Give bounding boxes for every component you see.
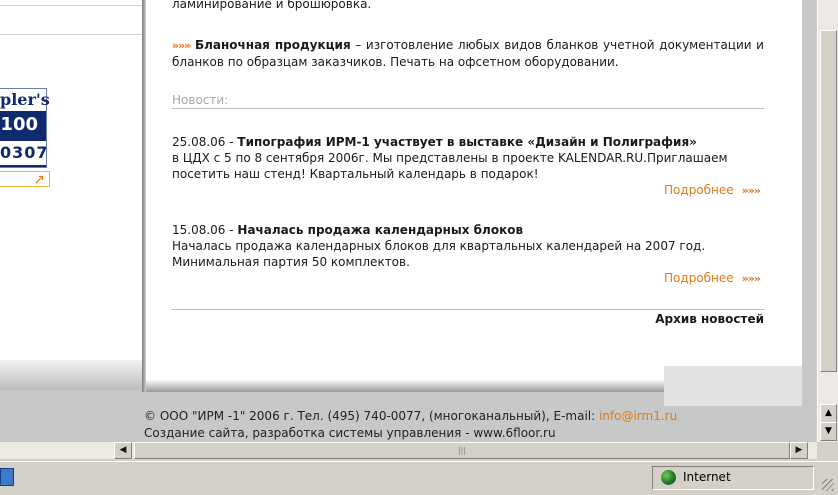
scroll-right-button[interactable]: ▶ [790,442,808,459]
left-divider [0,34,142,35]
security-zone[interactable]: Internet [652,466,814,490]
more-link[interactable]: Подробнее »»» [172,270,764,287]
footer-credits[interactable]: Создание сайта, разработка системы управ… [144,425,677,442]
horizontal-scrollbar[interactable]: ◀ ||| ▶ [0,442,817,459]
news-body: в ЦДХ с 5 по 8 сентября 2006г. Мы предст… [172,151,728,181]
arrows-icon: »»» [741,272,761,285]
status-bar: Internet [0,461,838,495]
news-title-link[interactable]: Типография ИРМ-1 участвует в выставке «Д… [237,135,697,149]
footer: © ООО "ИРМ -1" 2006 г. Тел. (495) 740-00… [144,408,677,442]
arrows-icon: »»» [741,184,761,197]
more-link-label: Подробнее [664,183,734,197]
scrollbar-corner [817,442,838,459]
arrow-up-right-icon: ↗ [33,172,45,188]
globe-icon [661,470,676,485]
news-divider [172,309,764,310]
arrows-icon: »»» [172,39,191,52]
top-text: ламинирование и брошюровка. [172,0,372,11]
blank-products-paragraph: »»» Бланочная продукция – изготовление л… [172,37,764,70]
scroll-down-button[interactable]: ▼ [820,422,837,441]
more-link-label: Подробнее [664,271,734,285]
browser-viewport: pler's 100 0307 ↗ ламинирование и брошюр… [0,0,817,442]
right-gray-block [664,366,802,406]
left-column: pler's 100 0307 ↗ [0,0,144,380]
scroll-left-button[interactable]: ◀ [114,442,132,459]
scroll-up-button[interactable]: ▲ [820,404,837,423]
news-heading-text: Новости: [172,93,764,109]
news-date: 25.08.06 - [172,135,238,149]
news-body: Началась продажа календарных блоков для … [172,239,706,269]
partner-banner[interactable]: pler's 100 0307 [0,88,50,168]
main-bottom-shadow [146,380,664,392]
news-heading: Новости: [172,93,764,109]
news-headline: 25.08.06 - Типография ИРМ-1 участвует в … [172,134,764,150]
vertical-scrollbar[interactable]: ▲ ▼ [817,0,838,442]
news-date: 15.08.06 - [172,223,238,237]
banner-line3: 0307 [0,141,48,165]
horizontal-scroll-thumb[interactable]: ||| [134,442,790,459]
footer-email-link[interactable]: info@irm1.ru [599,409,677,423]
resize-grip-icon[interactable] [822,479,834,491]
footer-contacts-text: © ООО "ИРМ -1" 2006 г. Тел. (495) 740-00… [144,409,599,423]
news-item: 25.08.06 - Типография ИРМ-1 участвует в … [172,134,764,199]
footer-contacts: © ООО "ИРМ -1" 2006 г. Тел. (495) 740-00… [144,408,677,425]
news-title-link[interactable]: Началась продажа календарных блоков [237,223,523,237]
blank-products-title: Бланочная продукция [194,38,351,52]
news-item: 15.08.06 - Началась продажа календарных … [172,222,764,287]
banner-link-button[interactable]: ↗ [0,171,50,188]
page-shadow [0,360,146,390]
page-icon [0,468,14,486]
news-archive-link[interactable]: Архив новостей [172,311,764,327]
news-headline: 15.08.06 - Началась продажа календарных … [172,222,764,238]
banner-line1: pler's [0,89,50,111]
banner-line2: 100 [0,114,38,135]
vertical-scroll-thumb[interactable] [820,30,837,372]
zone-label: Internet [683,470,731,484]
more-link[interactable]: Подробнее »»» [172,182,764,199]
left-divider [0,5,142,6]
